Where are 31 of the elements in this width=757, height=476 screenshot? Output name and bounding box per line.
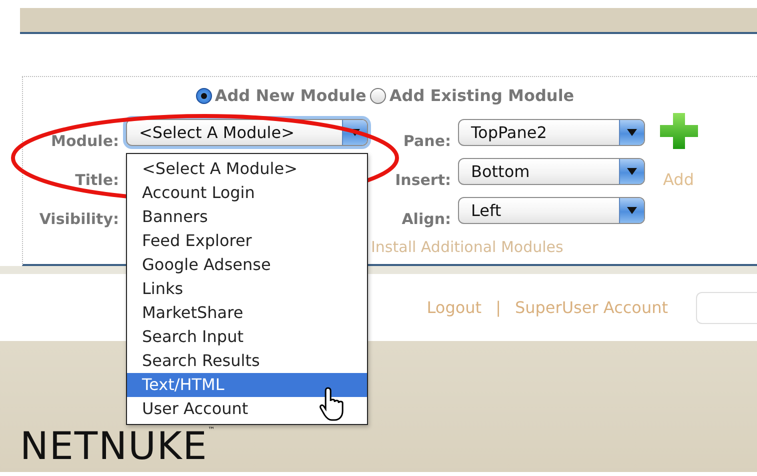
menu-item[interactable]: <Select A Module> xyxy=(127,157,367,181)
caret-icon xyxy=(627,168,637,175)
field-label: Pane: xyxy=(403,132,451,150)
select-field[interactable]: TopPane2 xyxy=(458,119,645,146)
menu-item[interactable]: MarketShare xyxy=(127,301,367,325)
field-label: Align: xyxy=(402,210,451,228)
field-label: Visibility: xyxy=(39,210,119,228)
menu-item[interactable]: Search Results xyxy=(127,349,367,373)
menu-item[interactable]: Links xyxy=(127,277,367,301)
menu-item[interactable]: Feed Explorer xyxy=(127,229,367,253)
logo-text: NETNUKE$^{™}$ xyxy=(20,427,217,465)
caret-icon xyxy=(627,129,637,136)
menu-item[interactable]: Google Adsense xyxy=(127,253,367,277)
field-label: Insert: xyxy=(395,171,451,189)
link-separator: | xyxy=(496,298,501,317)
radio-label: Add New Module xyxy=(214,86,366,105)
menu-item[interactable]: User Account xyxy=(127,397,367,421)
field-label: Title: xyxy=(75,171,119,189)
add-plus-icon[interactable] xyxy=(660,113,698,149)
select-field[interactable]: Left xyxy=(458,197,645,224)
radio-button[interactable] xyxy=(196,88,212,104)
menu-item[interactable]: Text/HTML xyxy=(127,373,367,397)
menu-item[interactable]: Banners xyxy=(127,205,367,229)
select-field[interactable]: Bottom xyxy=(458,158,645,185)
caret-icon xyxy=(627,207,637,214)
menu-item[interactable]: Search Input xyxy=(127,325,367,349)
search-field[interactable] xyxy=(696,292,757,324)
menu-item[interactable]: Account Login xyxy=(127,181,367,205)
radio-button[interactable] xyxy=(370,88,386,104)
field-label: Module: xyxy=(51,132,119,150)
radio-label: Add Existing Module xyxy=(389,86,574,105)
